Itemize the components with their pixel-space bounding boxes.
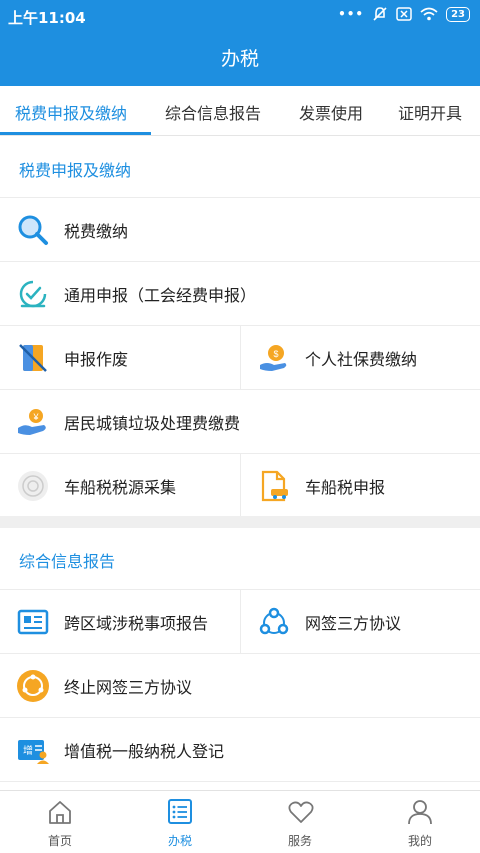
menu-item-label: 网签三方协议 bbox=[305, 613, 402, 633]
garbage-fee-icon: ¥ bbox=[18, 408, 46, 435]
bottom-navigation: 首页 办税 服务 我的 bbox=[0, 790, 480, 853]
section-title-tax-declaration: 税费申报及缴纳 bbox=[19, 161, 132, 180]
menu-item-general-declaration[interactable]: 通用申报（工会经费申报） bbox=[0, 262, 480, 325]
nav-mine[interactable]: 我的 bbox=[360, 791, 480, 853]
nav-service[interactable]: 服务 bbox=[240, 791, 360, 853]
user-icon bbox=[408, 800, 432, 825]
menu-item-void-declaration[interactable]: 申报作废 bbox=[0, 326, 240, 389]
nav-home[interactable]: 首页 bbox=[0, 791, 120, 853]
menu-item-online-tripartite-agreement[interactable]: 网签三方协议 bbox=[241, 590, 480, 653]
menu-item-terminate-agreement[interactable]: 终止网签三方协议 bbox=[0, 654, 480, 717]
app-header: 上午11:04 ••• 23 办税 bbox=[0, 0, 480, 86]
agreement-icon bbox=[259, 607, 289, 634]
status-time: 上午11:04 bbox=[8, 9, 86, 27]
menu-item-garbage-fee[interactable]: ¥ 居民城镇垃圾处理费缴费 bbox=[0, 390, 480, 453]
page-title: 办税 bbox=[220, 48, 259, 70]
status-icons: ••• 23 bbox=[338, 6, 470, 22]
active-tab-indicator bbox=[0, 132, 151, 135]
search-icon bbox=[18, 215, 48, 245]
menu-item-label: 通用申报（工会经费申报） bbox=[64, 285, 257, 305]
divider bbox=[0, 781, 480, 782]
heart-icon bbox=[288, 801, 314, 823]
category-tabs: 税费申报及缴纳 综合信息报告 发票使用 证明开具 bbox=[0, 86, 480, 136]
home-icon bbox=[49, 801, 71, 824]
battery-indicator: 23 bbox=[446, 6, 470, 22]
vat-registration-icon: 增 bbox=[18, 739, 49, 764]
menu-item-label: 个人社保费缴纳 bbox=[305, 349, 418, 369]
svg-text:$: $ bbox=[273, 349, 278, 359]
terminate-agreement-icon bbox=[17, 669, 49, 702]
void-declaration-icon bbox=[19, 343, 47, 372]
tab-invoice-usage[interactable]: 发票使用 bbox=[299, 100, 363, 124]
nav-label-service: 服务 bbox=[287, 834, 312, 848]
section-title-comprehensive-report: 综合信息报告 bbox=[19, 552, 116, 571]
svg-text:增: 增 bbox=[23, 744, 33, 757]
menu-item-label: 终止网签三方协议 bbox=[64, 677, 193, 697]
menu-item-label: 增值税一般纳税人登记 bbox=[64, 741, 225, 761]
menu-item-vehicle-source[interactable]: 车船税税源采集 bbox=[0, 454, 240, 517]
menu-item-tax-payment[interactable]: 税费缴纳 bbox=[0, 198, 480, 261]
menu-item-label: 车船税申报 bbox=[305, 477, 386, 497]
nav-tax[interactable]: 办税 bbox=[120, 791, 240, 853]
menu-item-label: 申报作废 bbox=[64, 349, 129, 369]
report-icon bbox=[17, 609, 49, 634]
mute-icon bbox=[373, 7, 387, 21]
nav-label-home: 首页 bbox=[47, 834, 72, 848]
sim-off-icon bbox=[396, 7, 412, 21]
notification-dots: ••• bbox=[338, 7, 365, 21]
tab-certificate[interactable]: 证明开具 bbox=[398, 100, 462, 124]
tab-tax-declaration-payment[interactable]: 税费申报及缴纳 bbox=[15, 100, 127, 124]
declaration-icon bbox=[19, 280, 47, 307]
svg-text:¥: ¥ bbox=[32, 412, 39, 422]
menu-item-label: 车船税税源采集 bbox=[64, 477, 177, 497]
tax-list-icon bbox=[168, 799, 192, 824]
menu-item-cross-region-report[interactable]: 跨区域涉税事项报告 bbox=[0, 590, 240, 653]
nav-label-tax: 办税 bbox=[167, 834, 192, 848]
menu-item-label: 居民城镇垃圾处理费缴费 bbox=[64, 413, 241, 433]
vehicle-tax-icon bbox=[261, 470, 288, 501]
menu-item-label: 税费缴纳 bbox=[64, 221, 129, 241]
wifi-icon bbox=[420, 7, 438, 21]
social-security-icon: $ bbox=[260, 344, 287, 371]
menu-item-social-security[interactable]: $ 个人社保费缴纳 bbox=[241, 326, 480, 389]
section-gap bbox=[0, 516, 480, 528]
tab-comprehensive-report[interactable]: 综合信息报告 bbox=[165, 100, 261, 124]
nav-label-mine: 我的 bbox=[407, 834, 432, 848]
menu-item-vehicle-tax[interactable]: 车船税申报 bbox=[241, 454, 480, 517]
menu-item-label: 跨区域涉税事项报告 bbox=[64, 613, 209, 633]
vehicle-source-icon bbox=[18, 470, 48, 501]
menu-item-vat-registration[interactable]: 增 增值税一般纳税人登记 bbox=[0, 718, 480, 781]
status-bar: 上午11:04 ••• 23 bbox=[0, 0, 480, 32]
